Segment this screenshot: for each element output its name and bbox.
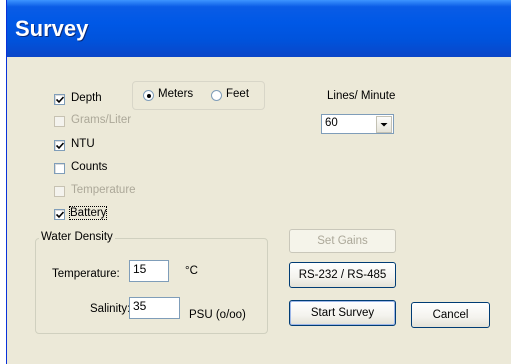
survey-dialog: Survey Depth Meters Feet Grams/Liter NTU… (6, 0, 511, 364)
rs232-rs485-button[interactable]: RS-232 / RS-485 (289, 262, 396, 288)
grams-per-liter-checkbox[interactable] (54, 116, 65, 127)
lines-per-minute-label: Lines/ Minute (327, 90, 396, 102)
ntu-checkbox[interactable] (54, 140, 65, 151)
feet-radio[interactable] (211, 90, 222, 101)
check-icon (56, 142, 64, 150)
battery-checkbox[interactable] (54, 209, 65, 220)
set-gains-button[interactable]: Set Gains (289, 229, 396, 253)
battery-label: Battery (68, 206, 108, 220)
chevron-down-icon (380, 123, 388, 127)
salinity-input[interactable]: 35 (129, 297, 180, 319)
temperature-checkbox[interactable] (54, 186, 65, 197)
meters-radio[interactable] (143, 90, 154, 101)
temperature-input[interactable]: 15 (129, 260, 169, 282)
dropdown-button[interactable] (376, 116, 392, 133)
meters-label: Meters (158, 88, 194, 100)
ntu-label: NTU (71, 138, 95, 150)
temperature-checkbox-label: Temperature (71, 184, 136, 196)
depth-label: Depth (71, 92, 102, 104)
salinity-field-label: Salinity: (90, 303, 131, 315)
radio-selected-dot (147, 94, 151, 98)
temperature-field-label: Temperature: (52, 268, 120, 280)
dialog-body: Depth Meters Feet Grams/Liter NTU Counts… (7, 57, 511, 364)
grams-per-liter-label: Grams/Liter (71, 114, 132, 126)
depth-checkbox[interactable] (54, 94, 65, 105)
check-icon (56, 96, 64, 104)
lines-per-minute-value: 60 (325, 117, 338, 129)
temperature-unit: °C (185, 265, 198, 277)
title-bar[interactable]: Survey (7, 0, 511, 57)
lines-per-minute-select[interactable]: 60 (321, 114, 394, 134)
water-density-legend: Water Density (39, 231, 115, 243)
salinity-unit: PSU (o/oo) (189, 309, 246, 321)
start-survey-button[interactable]: Start Survey (289, 300, 396, 326)
check-icon (56, 211, 64, 219)
window-title: Survey (15, 16, 89, 41)
counts-checkbox[interactable] (54, 163, 65, 174)
feet-label: Feet (226, 88, 250, 100)
counts-label: Counts (71, 161, 108, 173)
units-group: Meters Feet (132, 81, 265, 110)
cancel-button[interactable]: Cancel (411, 302, 490, 328)
